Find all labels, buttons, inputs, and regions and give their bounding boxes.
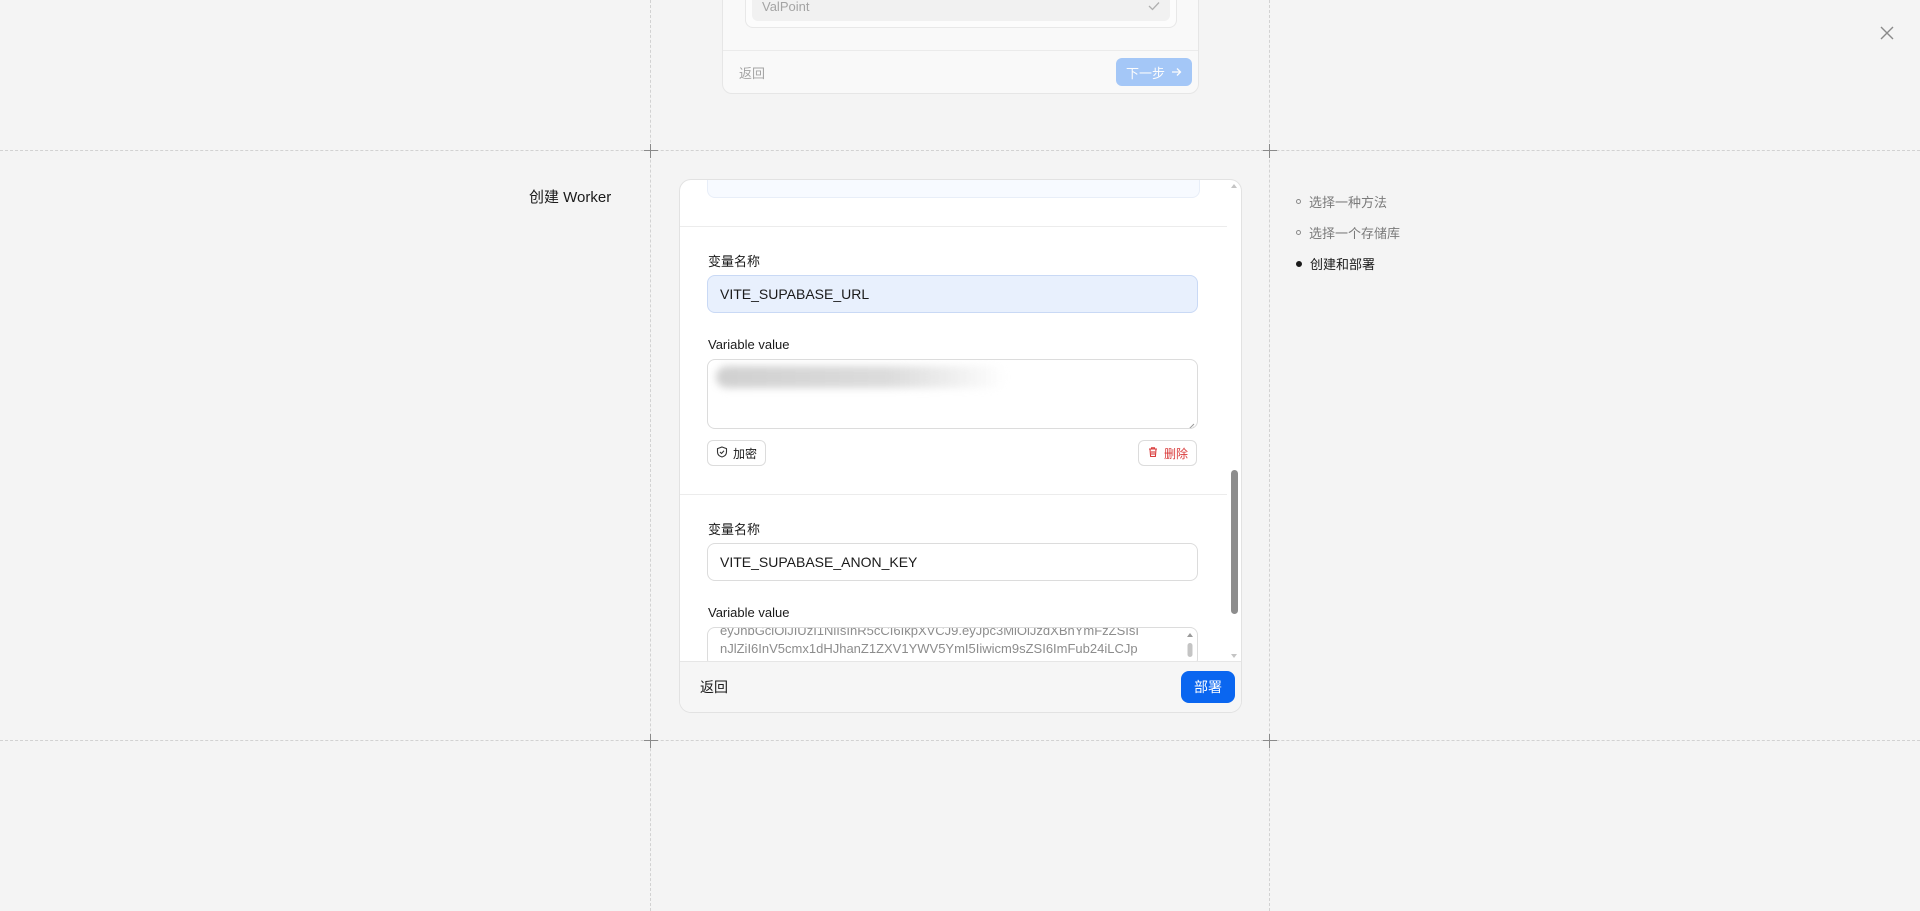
shield-icon xyxy=(716,445,728,461)
create-worker-card: 变量名称 Variable value 加密 删除 变量名称 Variable … xyxy=(679,179,1242,713)
divider xyxy=(680,494,1227,495)
scrollbar-thumb[interactable] xyxy=(1231,470,1238,614)
variable-value-textarea[interactable]: eyJhbGciOiJIUzI1NiIsInR5cCI6IkpXVCJ9.eyJ… xyxy=(707,627,1198,662)
delete-button[interactable]: 删除 xyxy=(1138,440,1198,466)
card-scrollbar[interactable] xyxy=(1229,180,1239,662)
crosshair-marker xyxy=(644,734,658,748)
redacted-value xyxy=(716,366,1006,388)
anon-key-value: eyJhbGciOiJIUzI1NiIsInR5cCI6IkpXVCJ9.eyJ… xyxy=(720,627,1175,658)
crosshair-marker xyxy=(1263,734,1277,748)
step-dot-icon xyxy=(1296,230,1301,235)
variable-name-input[interactable] xyxy=(707,275,1198,313)
trash-icon xyxy=(1147,446,1159,461)
step-label: 选择一种方法 xyxy=(1309,195,1388,210)
variable-value-label: Variable value xyxy=(708,337,790,352)
guide-line-right xyxy=(1269,0,1270,911)
crosshair-marker xyxy=(1263,144,1277,158)
arrow-right-icon xyxy=(1171,65,1182,80)
resize-handle-icon[interactable] xyxy=(1187,418,1195,428)
back-button[interactable]: 返回 xyxy=(700,677,728,697)
deploy-button[interactable]: 部署 xyxy=(1181,671,1235,703)
textarea-scrollbar[interactable] xyxy=(1185,630,1195,662)
variable-value-label: Variable value xyxy=(708,605,790,620)
previous-back-button[interactable]: 返回 xyxy=(739,63,765,82)
step-item-create-deploy[interactable]: 创建和部署 xyxy=(1296,248,1400,279)
close-icon[interactable] xyxy=(1876,22,1898,44)
repository-list: ValPoint xyxy=(745,0,1177,28)
encrypt-label: 加密 xyxy=(733,446,758,461)
guide-line-left xyxy=(650,0,651,911)
check-icon xyxy=(1148,0,1160,14)
next-step-label: 下一步 xyxy=(1125,65,1165,81)
guide-line-bottom xyxy=(0,740,1920,741)
next-step-button[interactable]: 下一步 xyxy=(1116,58,1192,86)
card-footer: 返回 部署 xyxy=(680,661,1241,712)
variable-value-textarea[interactable] xyxy=(707,359,1198,429)
anon-key-line: nJlZiI6InV5cmx1dHJhanZ1ZXV1YWV5YmI5Iiwic… xyxy=(720,641,1138,656)
step-dot-icon xyxy=(1296,199,1301,204)
step-title: 创建 Worker xyxy=(529,189,612,206)
repository-name: ValPoint xyxy=(762,0,810,14)
previous-variable-field xyxy=(707,180,1200,198)
step-navigation: 选择一种方法 选择一个存储库 创建和部署 xyxy=(1296,186,1400,279)
step-dot-icon xyxy=(1296,260,1302,267)
divider xyxy=(680,226,1227,227)
guide-line-top xyxy=(0,150,1920,151)
step-label: 选择一个存储库 xyxy=(1309,226,1401,241)
previous-step-footer: 返回 下一步 xyxy=(723,50,1198,93)
crosshair-marker xyxy=(644,144,658,158)
variables-scroll-area[interactable]: 变量名称 Variable value 加密 删除 变量名称 Variable … xyxy=(680,180,1227,662)
variable-name-label: 变量名称 xyxy=(708,522,761,537)
anon-key-line: eyJhbGciOiJIUzI1NiIsInR5cCI6IkpXVCJ9.eyJ… xyxy=(720,627,1140,638)
repository-item-selected[interactable]: ValPoint xyxy=(752,0,1170,21)
step-item-choose-method[interactable]: 选择一种方法 xyxy=(1296,186,1400,217)
encrypt-button[interactable]: 加密 xyxy=(707,440,767,466)
delete-label: 删除 xyxy=(1164,446,1189,461)
variable-name-label: 变量名称 xyxy=(708,254,761,269)
step-label: 创建和部署 xyxy=(1310,257,1376,272)
step-item-choose-repository[interactable]: 选择一个存储库 xyxy=(1296,217,1400,248)
variable-name-input[interactable] xyxy=(707,543,1198,581)
previous-step-card: ValPoint 返回 下一步 xyxy=(722,0,1199,94)
